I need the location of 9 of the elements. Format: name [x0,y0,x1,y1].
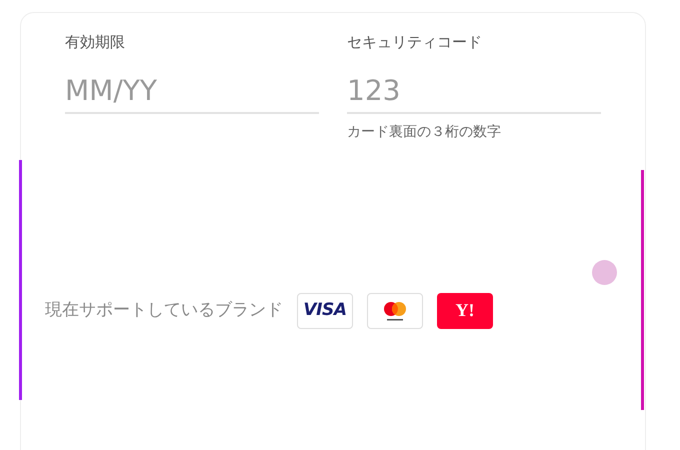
field-label: セキュリティコード [347,32,483,53]
mastercard-logo [367,292,423,328]
input-field[interactable]: 123 [347,70,601,114]
visa-logo: VISA [297,292,353,328]
field-label: 有効期限 [65,32,126,53]
yahoo-logo: Y! [437,292,493,328]
hint-text: カード裏面の３桁の数字 [347,122,502,142]
input-field[interactable]: MM/YY [65,70,319,114]
brands-label: 現在サポートしているブランド [45,298,283,322]
